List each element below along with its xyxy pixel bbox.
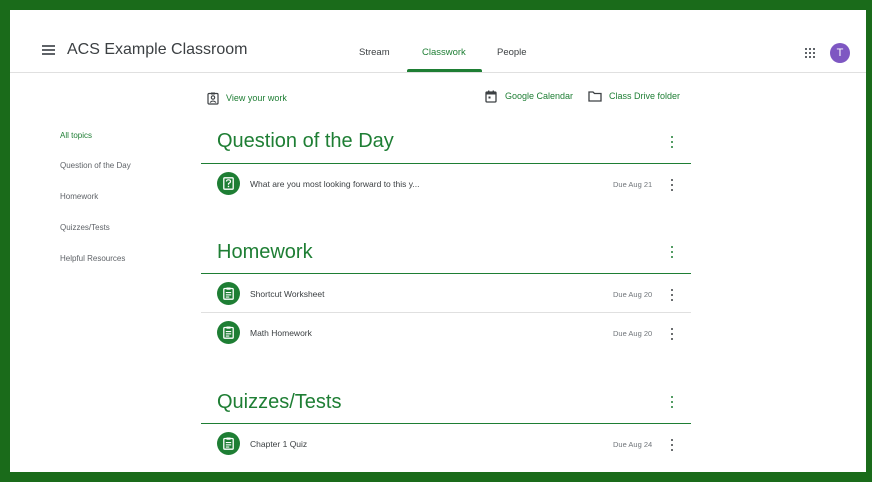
classwork-item-title[interactable]: Shortcut Worksheet bbox=[250, 289, 325, 299]
assignment-icon bbox=[217, 321, 240, 344]
sidebar-item-helpful-resources[interactable]: Helpful Resources bbox=[60, 254, 125, 263]
class-title[interactable]: ACS Example Classroom bbox=[67, 41, 248, 59]
due-date: Due Aug 24 bbox=[613, 440, 653, 449]
assignment-icon bbox=[217, 282, 240, 305]
item-more-options-icon[interactable] bbox=[670, 179, 674, 191]
topic-heading-quizzes-tests: Quizzes/Tests bbox=[217, 391, 342, 413]
avatar[interactable]: T bbox=[830, 43, 850, 63]
topic-divider bbox=[201, 423, 691, 424]
sidebar-item-quizzes-tests[interactable]: Quizzes/Tests bbox=[60, 223, 110, 232]
classroom-window: ACS Example Classroom Stream Classwork P… bbox=[10, 10, 866, 472]
view-your-work-label: View your work bbox=[226, 93, 287, 103]
topic-more-options-icon[interactable] bbox=[670, 396, 674, 408]
classwork-item-title[interactable]: Chapter 1 Quiz bbox=[250, 439, 307, 449]
calendar-icon bbox=[485, 90, 497, 103]
hamburger-menu-icon[interactable] bbox=[42, 45, 55, 55]
due-date: Due Aug 20 bbox=[613, 290, 653, 299]
google-apps-icon[interactable] bbox=[805, 48, 815, 58]
tab-stream[interactable]: Stream bbox=[359, 47, 390, 58]
topic-heading-question-of-the-day: Question of the Day bbox=[217, 130, 394, 152]
topic-more-options-icon[interactable] bbox=[670, 246, 674, 258]
sidebar-item-homework[interactable]: Homework bbox=[60, 192, 98, 201]
topic-divider bbox=[201, 273, 691, 274]
topic-more-options-icon[interactable] bbox=[670, 136, 674, 148]
topic-divider bbox=[201, 163, 691, 164]
class-drive-folder-label: Class Drive folder bbox=[609, 91, 681, 101]
sidebar-item-all-topics[interactable]: All topics bbox=[60, 131, 92, 140]
row-divider bbox=[201, 312, 691, 313]
sidebar-item-question-of-the-day[interactable]: Question of the Day bbox=[60, 161, 131, 170]
tab-people[interactable]: People bbox=[497, 47, 527, 58]
due-date: Due Aug 20 bbox=[613, 329, 653, 338]
item-more-options-icon[interactable] bbox=[670, 289, 674, 301]
assignment-ind-icon bbox=[207, 92, 219, 105]
item-more-options-icon[interactable] bbox=[670, 439, 674, 451]
classwork-item-title[interactable]: Math Homework bbox=[250, 328, 312, 338]
topic-heading-homework: Homework bbox=[217, 241, 313, 263]
view-your-work-link[interactable]: View your work bbox=[207, 91, 287, 105]
assignment-icon bbox=[217, 432, 240, 455]
classwork-item-title[interactable]: What are you most looking forward to thi… bbox=[250, 179, 419, 189]
google-calendar-label: Google Calendar bbox=[505, 91, 574, 101]
class-drive-folder-link[interactable]: Class Drive folder bbox=[588, 89, 680, 103]
active-tab-indicator bbox=[407, 69, 482, 72]
google-calendar-link[interactable]: Google Calendar bbox=[485, 89, 573, 103]
tab-classwork[interactable]: Classwork bbox=[422, 47, 466, 58]
folder-icon bbox=[588, 91, 602, 102]
due-date: Due Aug 21 bbox=[613, 180, 653, 189]
item-more-options-icon[interactable] bbox=[670, 328, 674, 340]
question-icon bbox=[217, 172, 240, 195]
top-app-bar: ACS Example Classroom Stream Classwork P… bbox=[10, 10, 866, 73]
